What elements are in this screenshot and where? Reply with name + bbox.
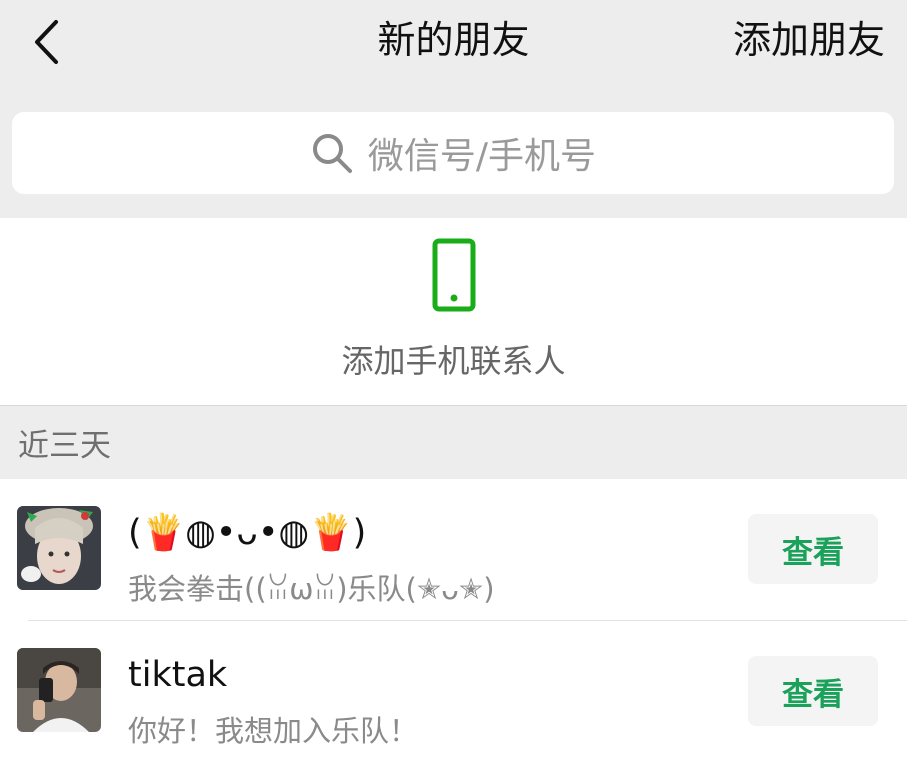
friend-name: (🍟◍•ᴗ•◍🍟): [128, 513, 367, 553]
add-phone-contacts-label: 添加手机联系人: [341, 342, 566, 380]
friend-name: tiktak: [128, 655, 228, 695]
view-button[interactable]: 查看: [748, 656, 878, 726]
view-button[interactable]: 查看: [748, 514, 878, 584]
search-input[interactable]: 微信号/手机号: [12, 112, 894, 194]
friend-request-row[interactable]: tiktak 你好！我想加入乐队！ 查看: [0, 621, 907, 763]
avatar[interactable]: [17, 648, 101, 732]
friend-message: 我会拳击((ꈍωꈍ)乐队(✭ᴗ✭): [128, 572, 495, 606]
section-header: 近三天: [18, 428, 111, 464]
nav-bar: 新的朋友 添加朋友: [0, 0, 907, 88]
avatar[interactable]: [17, 506, 101, 590]
search-icon: [312, 134, 352, 173]
search-placeholder: 微信号/手机号: [367, 136, 597, 177]
friend-request-row[interactable]: (🍟◍•ᴗ•◍🍟) 我会拳击((ꈍωꈍ)乐队(✭ᴗ✭) 查看: [0, 479, 907, 621]
search-area: 微信号/手机号: [0, 88, 907, 218]
friend-message: 你好！我想加入乐队！: [128, 714, 419, 748]
add-phone-contacts-button[interactable]: 添加手机联系人: [0, 218, 907, 406]
add-friend-button[interactable]: 添加朋友: [733, 14, 885, 66]
mobile-phone-icon: [432, 238, 476, 312]
friend-request-list: (🍟◍•ᴗ•◍🍟) 我会拳击((ꈍωꈍ)乐队(✭ᴗ✭) 查看 tiktak 你好…: [0, 479, 907, 763]
